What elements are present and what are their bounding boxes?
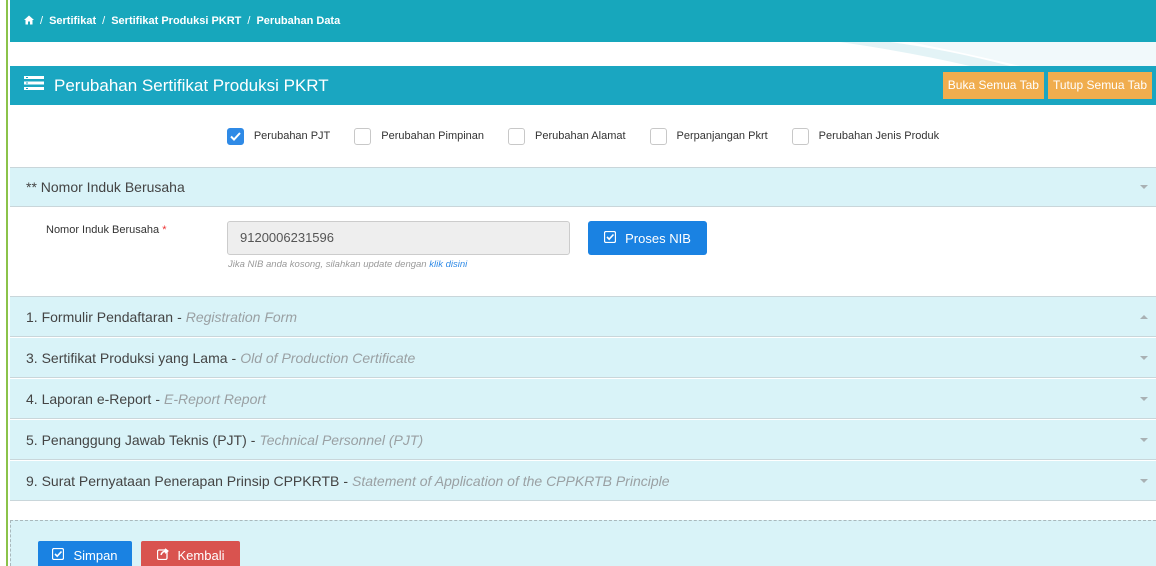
- back-label: Kembali: [177, 547, 225, 563]
- checkbox-label: Perubahan Jenis Produk: [818, 130, 940, 142]
- chevron-down-icon: [1140, 478, 1148, 483]
- left-frame-border: [0, 0, 8, 566]
- checkbox-label: Perpanjangan Pkrt: [676, 130, 768, 142]
- change-type-checkboxes: Perubahan PJT Perubahan Pimpinan Perubah…: [10, 105, 1156, 167]
- open-all-tabs-button[interactable]: Buka Semua Tab: [942, 72, 1044, 99]
- chevron-down-icon: [1140, 396, 1148, 401]
- checkbox-perubahan-pjt[interactable]: Perubahan PJT: [226, 127, 331, 145]
- breadcrumb-item-sertifikat[interactable]: Sertifikat: [49, 15, 96, 27]
- required-marker: *: [162, 224, 167, 236]
- checkbox-perubahan-pimpinan[interactable]: Perubahan Pimpinan: [354, 127, 485, 145]
- accordion-title: 3. Sertifikat Produksi yang Lama: [26, 349, 228, 366]
- checkbox-unchecked[interactable]: [354, 127, 372, 145]
- checkbox-perubahan-alamat[interactable]: Perubahan Alamat: [508, 127, 626, 145]
- checkbox-perpanjangan-pkrt[interactable]: Perpanjangan Pkrt: [649, 127, 768, 145]
- chevron-up-icon: [1140, 314, 1148, 319]
- breadcrumb-separator: /: [40, 15, 44, 27]
- accordion-title: ** Nomor Induk Berusaha: [26, 179, 185, 195]
- chevron-down-icon: [1140, 185, 1148, 189]
- accordion-subtitle: Registration Form: [185, 308, 298, 325]
- share-icon: [156, 547, 178, 563]
- accordion-subtitle: Technical Personnel (PJT): [259, 431, 424, 448]
- accordion-subtitle: Old of Production Certificate: [240, 349, 416, 366]
- accordion-sertifikat-lama[interactable]: 3. Sertifikat Produksi yang Lama - Old o…: [10, 338, 1156, 378]
- checkbox-unchecked[interactable]: [508, 127, 526, 145]
- accordion-title: 1. Formulir Pendaftaran: [26, 308, 174, 325]
- accordion-title: 5. Penanggung Jawab Teknis (PJT): [26, 431, 247, 448]
- nib-help-text: Jika NIB anda kosong, silahkan update de…: [228, 259, 468, 270]
- checkbox-checked[interactable]: [226, 127, 244, 145]
- breadcrumb-separator: /: [102, 15, 106, 27]
- checkbox-label: Perubahan Alamat: [535, 130, 626, 142]
- save-button[interactable]: Simpan: [38, 541, 132, 566]
- decorative-wave: [10, 42, 1156, 66]
- chevron-down-icon: [1140, 355, 1148, 360]
- chevron-down-icon: [1140, 437, 1148, 442]
- accordion-formulir-pendaftaran[interactable]: 1. Formulir Pendaftaran - Registration F…: [10, 297, 1156, 337]
- accordion-nib-header[interactable]: ** Nomor Induk Berusaha: [10, 167, 1156, 207]
- accordion-laporan-ereport[interactable]: 4. Laporan e-Report - E-Report Report: [10, 379, 1156, 419]
- panel-header: Perubahan Sertifikat Produksi PKRT Buka …: [10, 66, 1156, 105]
- breadcrumb-item-sertifikat-produksi[interactable]: Sertifikat Produksi PKRT: [111, 15, 241, 27]
- breadcrumb-item-perubahan-data: Perubahan Data: [256, 15, 341, 27]
- nib-field-label: Nomor Induk Berusaha *: [46, 224, 167, 236]
- save-label: Simpan: [73, 547, 118, 563]
- checkbox-perubahan-jenis-produk[interactable]: Perubahan Jenis Produk: [791, 127, 940, 145]
- list-icon: [24, 75, 44, 96]
- panel-header-actions: Buka Semua Tab Tutup Semua Tab: [942, 72, 1152, 99]
- accordion-pjt[interactable]: 5. Penanggung Jawab Teknis (PJT) - Techn…: [10, 420, 1156, 460]
- nib-section-body: Nomor Induk Berusaha * 9120006231596 Jik…: [10, 207, 1156, 297]
- accordion-surat-pernyataan[interactable]: 9. Surat Pernyataan Penerapan Prinsip CP…: [10, 461, 1156, 501]
- checkbox-unchecked[interactable]: [791, 127, 809, 145]
- checkbox-unchecked[interactable]: [649, 127, 667, 145]
- nib-input[interactable]: 9120006231596: [227, 221, 570, 255]
- back-button[interactable]: Kembali: [141, 541, 240, 566]
- accordion-title: 9. Surat Pernyataan Penerapan Prinsip CP…: [26, 472, 340, 489]
- accordion-title: 4. Laporan e-Report: [26, 390, 152, 407]
- check-square-icon: [604, 230, 625, 246]
- check-square-icon: [52, 547, 73, 563]
- checkbox-label: Perubahan Pimpinan: [381, 130, 485, 142]
- checkbox-label: Perubahan PJT: [253, 130, 331, 142]
- process-nib-label: Proses NIB: [625, 230, 691, 246]
- breadcrumb-separator: /: [247, 15, 251, 27]
- accordion-subtitle: Statement of Application of the CPPKRTB …: [352, 472, 670, 489]
- accordion-subtitle: E-Report Report: [163, 390, 266, 407]
- page-title: Perubahan Sertifikat Produksi PKRT: [54, 75, 329, 95]
- close-all-tabs-button[interactable]: Tutup Semua Tab: [1047, 72, 1152, 99]
- process-nib-button[interactable]: Proses NIB: [588, 221, 707, 255]
- form-footer: Simpan Kembali: [10, 520, 1156, 566]
- update-nib-link[interactable]: klik disini: [429, 259, 467, 270]
- home-icon[interactable]: [24, 15, 34, 28]
- breadcrumb: / Sertifikat / Sertifikat Produksi PKRT …: [10, 0, 1156, 42]
